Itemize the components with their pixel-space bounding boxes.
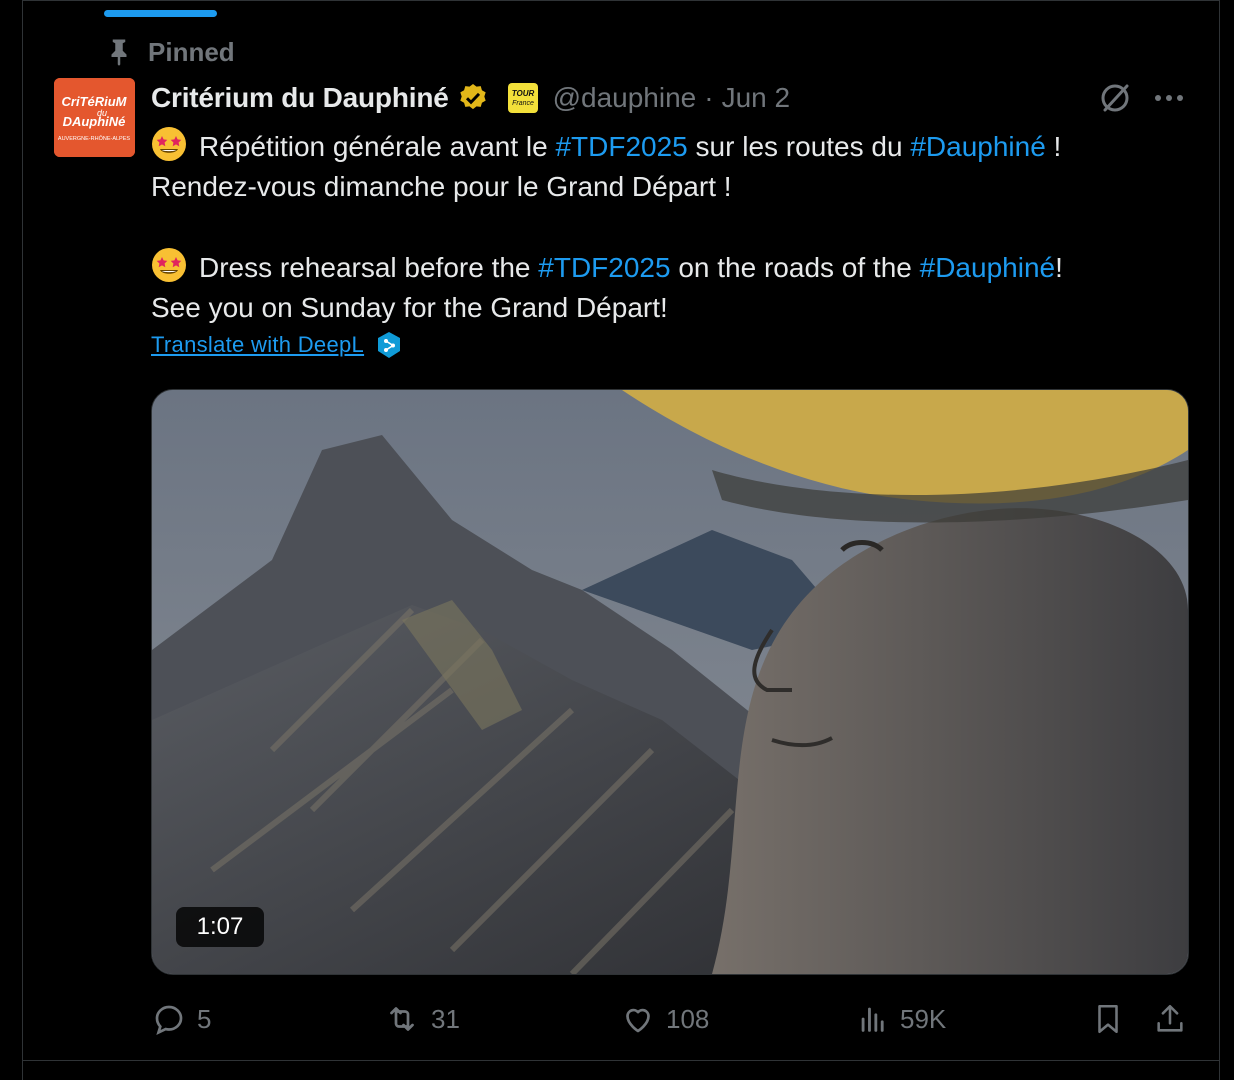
video-thumbnail <box>152 390 1188 974</box>
hashtag-dauphine[interactable]: #Dauphiné <box>910 131 1045 162</box>
svg-text:France: France <box>512 100 534 107</box>
repost-icon <box>383 1001 421 1037</box>
tweet-header: Critérium du Dauphiné TOUR France @dauphi… <box>151 78 790 118</box>
tweet-line-fr-2: Rendez-vous dimanche pour le Grand Dépar… <box>151 171 732 202</box>
more-icon[interactable] <box>1150 82 1188 114</box>
star-struck-emoji <box>151 126 187 162</box>
bottom-divider <box>22 1060 1220 1061</box>
video-duration: 1:07 <box>176 907 264 947</box>
tweet-fr-text-a: Répétition générale avant le <box>199 131 556 162</box>
tweet-fr-text-c: ! <box>1045 131 1062 162</box>
pin-icon <box>104 37 134 67</box>
like-button[interactable]: 108 <box>620 996 709 1042</box>
views-button[interactable]: 59K <box>856 996 946 1042</box>
repost-button[interactable]: 31 <box>383 996 460 1042</box>
like-count: 108 <box>666 1003 710 1034</box>
tweet-line-en-1: Dress rehearsal before the #TDF2025 on t… <box>151 247 1191 288</box>
active-tab-indicator <box>104 10 217 17</box>
avatar-text-1: CriTéRiuM <box>62 94 128 109</box>
tweet-en-text-a: Dress rehearsal before the <box>199 252 539 283</box>
avatar-text-3: DAuphiNé <box>63 114 126 129</box>
grok-icon[interactable] <box>1097 80 1133 116</box>
tweet-line-en-2: See you on Sunday for the Grand Départ! <box>151 292 668 323</box>
share-button[interactable] <box>1153 996 1187 1042</box>
display-name[interactable]: Critérium du Dauphiné <box>151 82 449 114</box>
header-separator: · <box>704 82 714 113</box>
hashtag-tdf2025[interactable]: #TDF2025 <box>538 252 670 283</box>
tweet-fr-text-b: sur les routes du <box>687 131 911 162</box>
repost-count: 31 <box>431 1003 460 1034</box>
post-date[interactable]: Jun 2 <box>722 82 791 114</box>
translate-row: Translate with DeepL <box>151 330 402 360</box>
like-icon <box>620 1001 656 1037</box>
avatar[interactable]: CriTéRiuM du DAuphiNé AUVERGNE-RHÔNE-ALP… <box>54 78 135 157</box>
deepl-icon <box>376 331 402 359</box>
star-struck-emoji <box>151 247 187 283</box>
avatar-text-4: AUVERGNE-RHÔNE-ALPES <box>58 135 130 142</box>
action-bar: 5 31 108 59K <box>151 996 1191 1042</box>
share-icon <box>1153 1001 1187 1037</box>
tweet-en-text-c: ! <box>1055 252 1063 283</box>
author-handle[interactable]: @dauphine <box>553 82 697 114</box>
hashtag-dauphine[interactable]: #Dauphiné <box>920 252 1055 283</box>
views-count: 59K <box>900 1003 947 1034</box>
tweet-line-fr-1: Répétition générale avant le #TDF2025 su… <box>151 126 1191 167</box>
svg-text:TOUR: TOUR <box>511 89 534 98</box>
verified-badge-icon[interactable] <box>457 82 489 114</box>
translate-with-deepl-link[interactable]: Translate with DeepL <box>151 332 364 358</box>
reply-count: 5 <box>197 1003 212 1034</box>
views-icon <box>856 1001 890 1037</box>
bookmark-button[interactable] <box>1091 996 1125 1042</box>
tour-de-france-affiliate-icon[interactable]: TOUR France <box>507 82 539 114</box>
pinned-indicator: Pinned <box>104 36 235 68</box>
tweet-en-text-b: on the roads of the <box>670 252 920 283</box>
hashtag-tdf2025[interactable]: #TDF2025 <box>555 131 687 162</box>
tweet-text: Répétition générale avant le #TDF2025 su… <box>151 126 1191 328</box>
reply-button[interactable]: 5 <box>151 996 211 1042</box>
reply-icon <box>151 1001 187 1037</box>
bookmark-icon <box>1091 1001 1125 1037</box>
pinned-label: Pinned <box>148 36 235 67</box>
video-player[interactable] <box>151 389 1189 975</box>
